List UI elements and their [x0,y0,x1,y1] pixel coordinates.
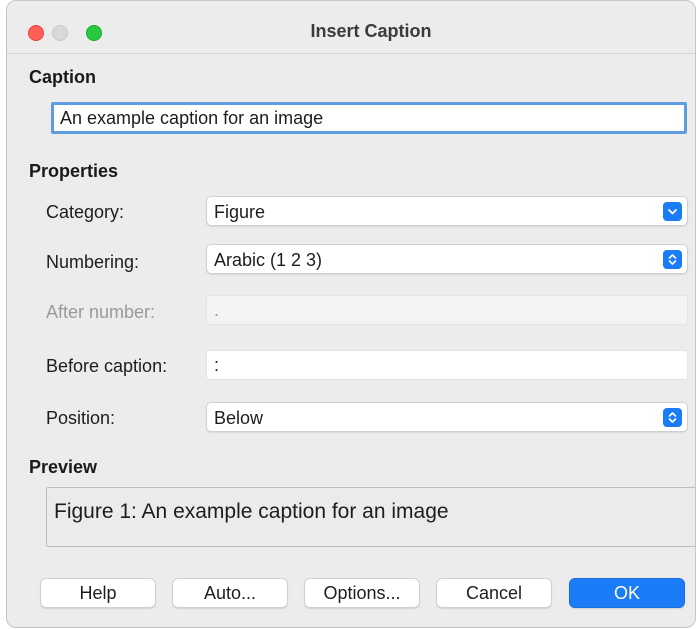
preview-heading: Preview [29,457,98,477]
title-bar: Insert Caption [7,1,695,54]
numbering-select[interactable]: Arabic (1 2 3) [206,244,688,274]
position-select[interactable]: Below [206,402,688,432]
position-label: Position: [46,408,116,428]
before-caption-input[interactable] [206,350,688,380]
caption-heading: Caption [29,67,96,87]
up-down-chevron-icon [663,408,682,427]
options-button[interactable]: Options... [304,578,420,608]
auto-button[interactable]: Auto... [172,578,288,608]
after-number-label: After number: [46,302,156,322]
insert-caption-dialog: Insert Caption Caption Properties Catego… [6,0,696,628]
position-value: Below [214,408,264,428]
before-caption-label: Before caption: [46,356,168,376]
numbering-value: Arabic (1 2 3) [214,250,323,270]
preview-text: Figure 1: An example caption for an imag… [54,500,449,523]
category-value: Figure [214,202,266,222]
properties-heading: Properties [29,161,119,181]
dialog-title: Insert Caption [310,21,432,41]
up-down-chevron-icon [663,250,682,269]
cancel-button[interactable]: Cancel [436,578,552,608]
chevron-down-icon [663,202,682,221]
help-button[interactable]: Help [40,578,156,608]
ok-button[interactable]: OK [569,578,685,608]
numbering-label: Numbering: [46,252,140,272]
category-label: Category: [46,202,125,222]
preview-area: Figure 1: An example caption for an imag… [46,487,695,547]
after-number-input [206,295,688,325]
caption-text-input[interactable] [51,102,687,134]
category-select[interactable]: Figure [206,196,688,226]
